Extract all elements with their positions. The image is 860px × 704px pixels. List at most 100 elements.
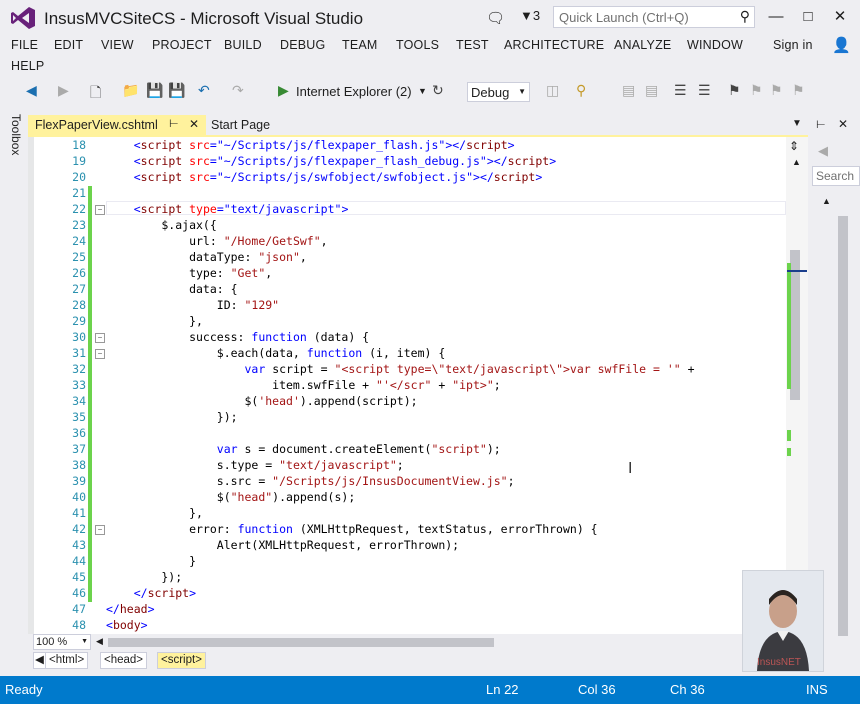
zoom-select[interactable]: 100 % ▼	[33, 634, 91, 650]
menu-tools[interactable]: TOOLS	[396, 38, 439, 52]
menu-debug[interactable]: DEBUG	[280, 38, 325, 52]
scroll-up-icon[interactable]: ▲	[792, 157, 801, 167]
pin-icon[interactable]: ⊢	[169, 117, 179, 130]
panel-back-icon[interactable]: ◀	[818, 143, 828, 159]
undo-icon[interactable]: ↶	[198, 82, 210, 99]
menu-analyze[interactable]: ANALYZE	[614, 38, 671, 52]
menu-help[interactable]: HELP	[11, 59, 44, 73]
panel-close-icon[interactable]: ✕	[838, 117, 848, 131]
code-line[interactable]: type: "Get",	[106, 266, 272, 280]
uncomment-icon[interactable]: ☰	[698, 82, 711, 99]
panel-pin-icon[interactable]: ⊢	[816, 118, 826, 131]
breadcrumb-script[interactable]: <script>	[157, 652, 206, 669]
collapse-icon[interactable]: −	[95, 349, 105, 359]
code-line[interactable]: <script type="text/javascript">	[106, 202, 349, 216]
code-line[interactable]: $.ajax({	[106, 218, 216, 232]
collapse-icon[interactable]: −	[95, 525, 105, 535]
code-line[interactable]: $("head").append(s);	[106, 490, 356, 504]
sign-in-link[interactable]: Sign in	[773, 38, 813, 52]
code-line[interactable]: s.src = "/Scripts/js/InsusDocumentView.j…	[106, 474, 515, 488]
code-line[interactable]: ID: "129"	[106, 298, 279, 312]
code-line[interactable]: $('head').append(script);	[106, 394, 417, 408]
code-line[interactable]: item.swfFile + "'</scr" + "ipt>";	[106, 378, 501, 392]
notifications-filter[interactable]: ▼3	[520, 8, 540, 23]
code-line[interactable]: },	[106, 506, 203, 520]
menu-team[interactable]: TEAM	[342, 38, 378, 52]
tab-overflow-icon[interactable]: ▼	[792, 118, 802, 129]
code-line[interactable]: dataType: "json",	[106, 250, 307, 264]
run-target-dropdown-icon[interactable]: ▼	[418, 86, 427, 96]
run-target-button[interactable]: Internet Explorer (2)	[296, 84, 412, 99]
menu-view[interactable]: VIEW	[101, 38, 134, 52]
panel-search-input[interactable]: Search	[812, 166, 860, 186]
quick-launch-input[interactable]: Quick Launch (Ctrl+Q) ⚲	[553, 6, 755, 28]
notification-icon[interactable]: 🗨	[486, 9, 505, 27]
toolbox-tab[interactable]: Toolbox	[6, 112, 28, 672]
breadcrumb-head[interactable]: <head>	[100, 652, 148, 669]
code-line[interactable]: url: "/Home/GetSwf",	[106, 234, 328, 248]
next-bookmark-icon[interactable]: ⚑	[770, 82, 783, 99]
panel-scrollbar-thumb[interactable]	[838, 216, 848, 636]
tab-start-page[interactable]: Start Page	[206, 115, 306, 135]
code-line[interactable]: $.each(data, function (i, item) {	[106, 346, 446, 360]
collapse-icon[interactable]: −	[95, 205, 105, 215]
panel-scroll-up-icon[interactable]: ▲	[822, 196, 831, 206]
redo-icon[interactable]: ↷	[232, 82, 244, 99]
prev-bookmark-icon[interactable]: ⚑	[750, 82, 763, 99]
configuration-select[interactable]: Debug ▼	[467, 82, 530, 102]
scrollbar-thumb[interactable]	[790, 250, 800, 400]
code-line[interactable]: var s = document.createElement("script")…	[106, 442, 501, 456]
code-line[interactable]: },	[106, 314, 203, 328]
toolbar-icon-c[interactable]: ▤	[645, 82, 658, 99]
toolbar-icon-b[interactable]: ▤	[622, 82, 635, 99]
close-button[interactable]: ✕	[826, 6, 854, 28]
code-line[interactable]: var script = "<script type=\"text/javasc…	[106, 362, 694, 376]
scroll-left-icon[interactable]: ◀	[96, 636, 103, 647]
code-line[interactable]: });	[106, 570, 182, 584]
menu-file[interactable]: FILE	[11, 38, 38, 52]
forward-icon[interactable]: ▶	[58, 82, 69, 99]
code-line[interactable]: data: {	[106, 282, 237, 296]
comment-icon[interactable]: ☰	[674, 82, 687, 99]
code-line[interactable]: s.type = "text/javascript";	[106, 458, 404, 472]
split-icon[interactable]: ⇕	[789, 139, 799, 153]
save-all-icon[interactable]: 💾	[168, 82, 185, 99]
code-line[interactable]: }	[106, 554, 196, 568]
code-line[interactable]: <script src="~/Scripts/js/flexpaper_flas…	[106, 154, 556, 168]
menu-build[interactable]: BUILD	[224, 38, 262, 52]
save-icon[interactable]: 💾	[146, 82, 163, 99]
code-line[interactable]: </head>	[106, 602, 155, 616]
code-line[interactable]: success: function (data) {	[106, 330, 369, 344]
bookmark-icon[interactable]: ⚑	[728, 82, 741, 99]
collapse-icon[interactable]: −	[95, 333, 105, 343]
close-tab-icon[interactable]: ✕	[189, 117, 199, 131]
maximize-button[interactable]: □	[794, 6, 822, 28]
new-project-icon[interactable]: 🗋	[90, 82, 101, 106]
code-line[interactable]: <body>	[106, 618, 148, 632]
menu-window[interactable]: WINDOW	[687, 38, 743, 52]
code-line[interactable]: Alert(XMLHttpRequest, errorThrown);	[106, 538, 459, 552]
code-line[interactable]: </script>	[106, 586, 196, 600]
clear-bookmarks-icon[interactable]: ⚑	[792, 82, 805, 99]
menu-test[interactable]: TEST	[456, 38, 489, 52]
menu-edit[interactable]: EDIT	[54, 38, 83, 52]
tab-flexpaperview[interactable]: FlexPaperView.cshtml ⊢ ✕	[28, 115, 206, 135]
code-line[interactable]: error: function (XMLHttpRequest, textSta…	[106, 522, 598, 536]
breadcrumb-html[interactable]: <html>	[45, 652, 89, 669]
code-line[interactable]: });	[106, 410, 238, 424]
breadcrumb-nav-icon[interactable]: ◀	[33, 652, 46, 669]
menu-project[interactable]: PROJECT	[152, 38, 212, 52]
refresh-icon[interactable]: ↻	[432, 82, 444, 99]
code-line[interactable]: <script src="~/Scripts/js/swfobject/swfo…	[106, 170, 543, 184]
start-debugging-icon[interactable]: ▶	[278, 82, 289, 99]
menu-architecture[interactable]: ARCHITECTURE	[504, 38, 604, 52]
account-icon[interactable]: 👤	[832, 36, 851, 54]
horizontal-scrollbar-thumb[interactable]	[108, 638, 494, 647]
open-file-icon[interactable]: 📁	[122, 82, 139, 99]
code-line[interactable]: <script src="~/Scripts/js/flexpaper_flas…	[106, 138, 515, 152]
toolbar-icon-a[interactable]: ◫	[546, 82, 559, 99]
find-icon[interactable]: ⚲	[576, 82, 586, 99]
back-icon[interactable]: ◀	[26, 82, 37, 99]
minimize-button[interactable]: —	[762, 6, 790, 28]
